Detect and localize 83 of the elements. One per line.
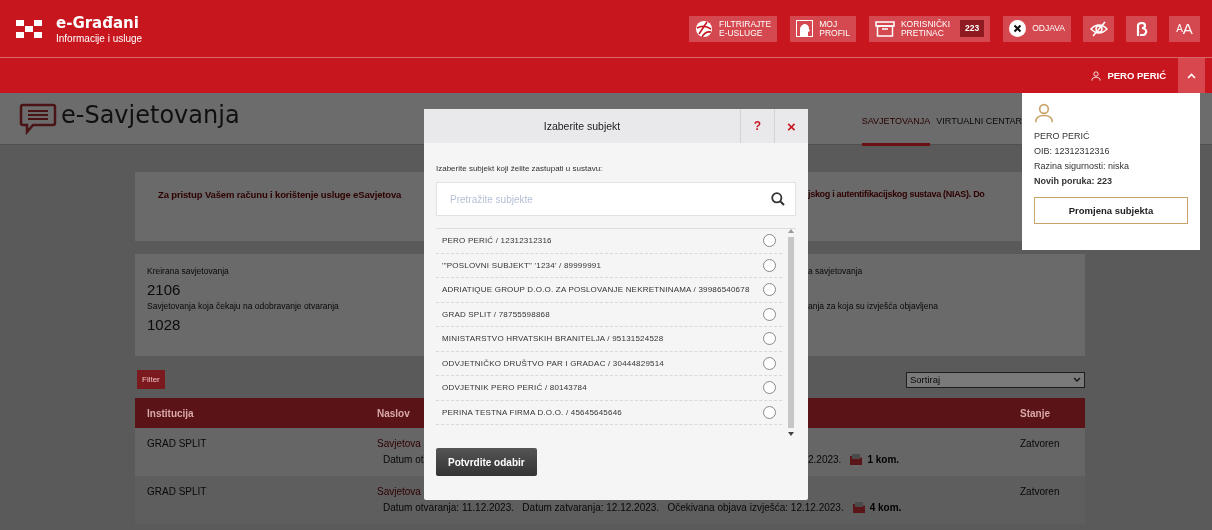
collapse-button[interactable] <box>1178 58 1205 93</box>
notice-text: Za pristup Vašem računu i korištenje usluge eSavjetova <box>158 189 402 200</box>
column-header: Naslov <box>377 407 410 419</box>
subject-option[interactable]: '"POSLOVNI SUBJEKT" '1234' / 89999991 <box>436 253 782 278</box>
filter-button[interactable]: Filter <box>137 370 165 389</box>
close-icon <box>1009 20 1027 37</box>
subject-option[interactable]: ADRIATIQUE GROUP D.O.O. ZA POSLOVANJE NEKRETNINAMA / 39986540678 <box>436 278 782 303</box>
folder-icon <box>851 501 866 514</box>
sort-select[interactable]: Sortiraj <box>906 371 1085 388</box>
search-field[interactable]: Pretražite subjekte <box>436 182 796 216</box>
subject-option[interactable]: MINISTARSTVO HRVATSKIH BRANITELJA / 95131524528 <box>436 327 782 352</box>
subject-option[interactable]: ODVJETNIČKO DRUŠTVO PAR I GRADAC / 30444829514 <box>436 351 782 376</box>
radio-button[interactable] <box>763 405 776 419</box>
chevron-down-icon <box>1073 377 1081 382</box>
table-cell: GRAD SPLIT <box>147 486 207 497</box>
stat-label: a savjetovanja <box>808 266 863 276</box>
radio-button[interactable] <box>763 381 776 395</box>
notice-text: jskog i autentifikacijskog sustava (NIAS). Do <box>808 189 985 199</box>
messages-count: Novih poruka: 223 <box>1034 176 1114 186</box>
subject-option[interactable]: PERINA TESTNA FIRMA D.O.O. / 45645645646 <box>436 400 782 425</box>
checkerboard-logo <box>16 19 42 38</box>
site-title: e-Građani <box>56 13 140 32</box>
toolbar-button[interactable] <box>1126 15 1157 42</box>
radio-button[interactable] <box>763 234 776 248</box>
stat-label: Kreirana savjetovanja <box>147 266 229 276</box>
date-text: Datum otvaranja: 11.12.2023. Datum zatvaranja: 12.12.2023. Očekivana objava izvješća: 12.12.2023. <box>383 502 844 513</box>
user-name[interactable]: PERO PERIĆ <box>1091 58 1166 93</box>
header-button[interactable]: ODJAVA <box>1003 15 1071 42</box>
chevron-icon <box>1187 72 1196 79</box>
user-icon <box>1034 103 1054 123</box>
header-button[interactable]: FILTRIRAJTE E-USLUGE <box>688 15 778 42</box>
site-subtitle: Informacije i usluge <box>56 32 143 44</box>
subject-option[interactable]: PERO PERIĆ / 12312312316 <box>436 229 782 254</box>
date-text: Datum ot <box>383 454 424 465</box>
close-button[interactable]: × <box>774 109 808 143</box>
globe-icon <box>694 19 713 38</box>
instruction-text: Izaberite subjekt koji želite zastupati u sustavu: <box>436 164 604 173</box>
text-size-button[interactable]: AA <box>1169 15 1200 42</box>
scroll-up-icon[interactable] <box>788 229 794 233</box>
column-header: Institucija <box>147 407 194 419</box>
nav-link[interactable]: SAVJETOVANJA <box>861 116 931 146</box>
search-input[interactable]: Pretražite subjekte <box>448 192 771 206</box>
column-header: Stanje <box>1020 407 1050 419</box>
user-name: PERO PERIĆ <box>1034 131 1091 141</box>
chat-bubble-icon <box>17 103 57 135</box>
table-cell: GRAD SPLIT <box>147 438 207 449</box>
count-badge: 223 <box>960 20 985 37</box>
toolbar-button[interactable] <box>1083 15 1114 42</box>
status-text: Zatvoren <box>1020 486 1060 497</box>
font-icon <box>1135 21 1148 36</box>
radio-button[interactable] <box>763 332 776 346</box>
report-count: 4 kom. <box>869 502 902 513</box>
subject-option[interactable]: GRAD SPLIT / 78755598868 <box>436 302 782 327</box>
user-icon <box>1091 70 1102 81</box>
help-button[interactable]: ? <box>740 109 774 143</box>
oib-text: OIB: 12312312316 <box>1034 146 1111 156</box>
radio-button[interactable] <box>763 258 776 272</box>
stat-value: 2106 <box>147 281 181 298</box>
profile-icon <box>796 20 814 37</box>
date-text: 2.2023. <box>808 454 842 465</box>
folder-icon <box>849 453 864 466</box>
radio-button[interactable] <box>763 283 776 297</box>
status-text: Zatvoren <box>1020 438 1060 449</box>
confirm-button[interactable]: Potvrdite odabir <box>436 448 537 476</box>
scrollbar[interactable] <box>786 229 796 436</box>
header-button[interactable]: KORISNIČKI PRETINAC 223 <box>868 15 991 42</box>
search-icon <box>771 192 785 206</box>
stat-label: Savjetovanja koja čekaju na odobravanje otvaranja <box>147 301 339 311</box>
eye-off-icon <box>1089 20 1108 37</box>
stat-label: anja za koja su izvješća objavljena <box>808 301 938 311</box>
page-title: e-Savjetovanja <box>61 101 240 129</box>
radio-button[interactable] <box>763 307 776 321</box>
subject-option[interactable]: ODVJETNIK PERO PERIĆ / 80143784 <box>436 376 782 401</box>
scroll-down-icon[interactable] <box>788 432 794 436</box>
archive-box-icon <box>874 20 895 37</box>
security-level-text: Razina sigurnosti: niska <box>1034 161 1131 171</box>
stat-value: 1028 <box>147 316 181 333</box>
change-subject-button[interactable]: Promjena subjekta <box>1034 197 1188 224</box>
dialog-title: Izaberite subjekt <box>542 119 622 134</box>
report-count: 1 kom. <box>867 454 900 465</box>
nav-link[interactable]: VIRTUALNI CENTAR <box>936 116 1022 146</box>
radio-button[interactable] <box>763 356 776 370</box>
header-button[interactable]: MOJ PROFIL <box>790 15 856 42</box>
